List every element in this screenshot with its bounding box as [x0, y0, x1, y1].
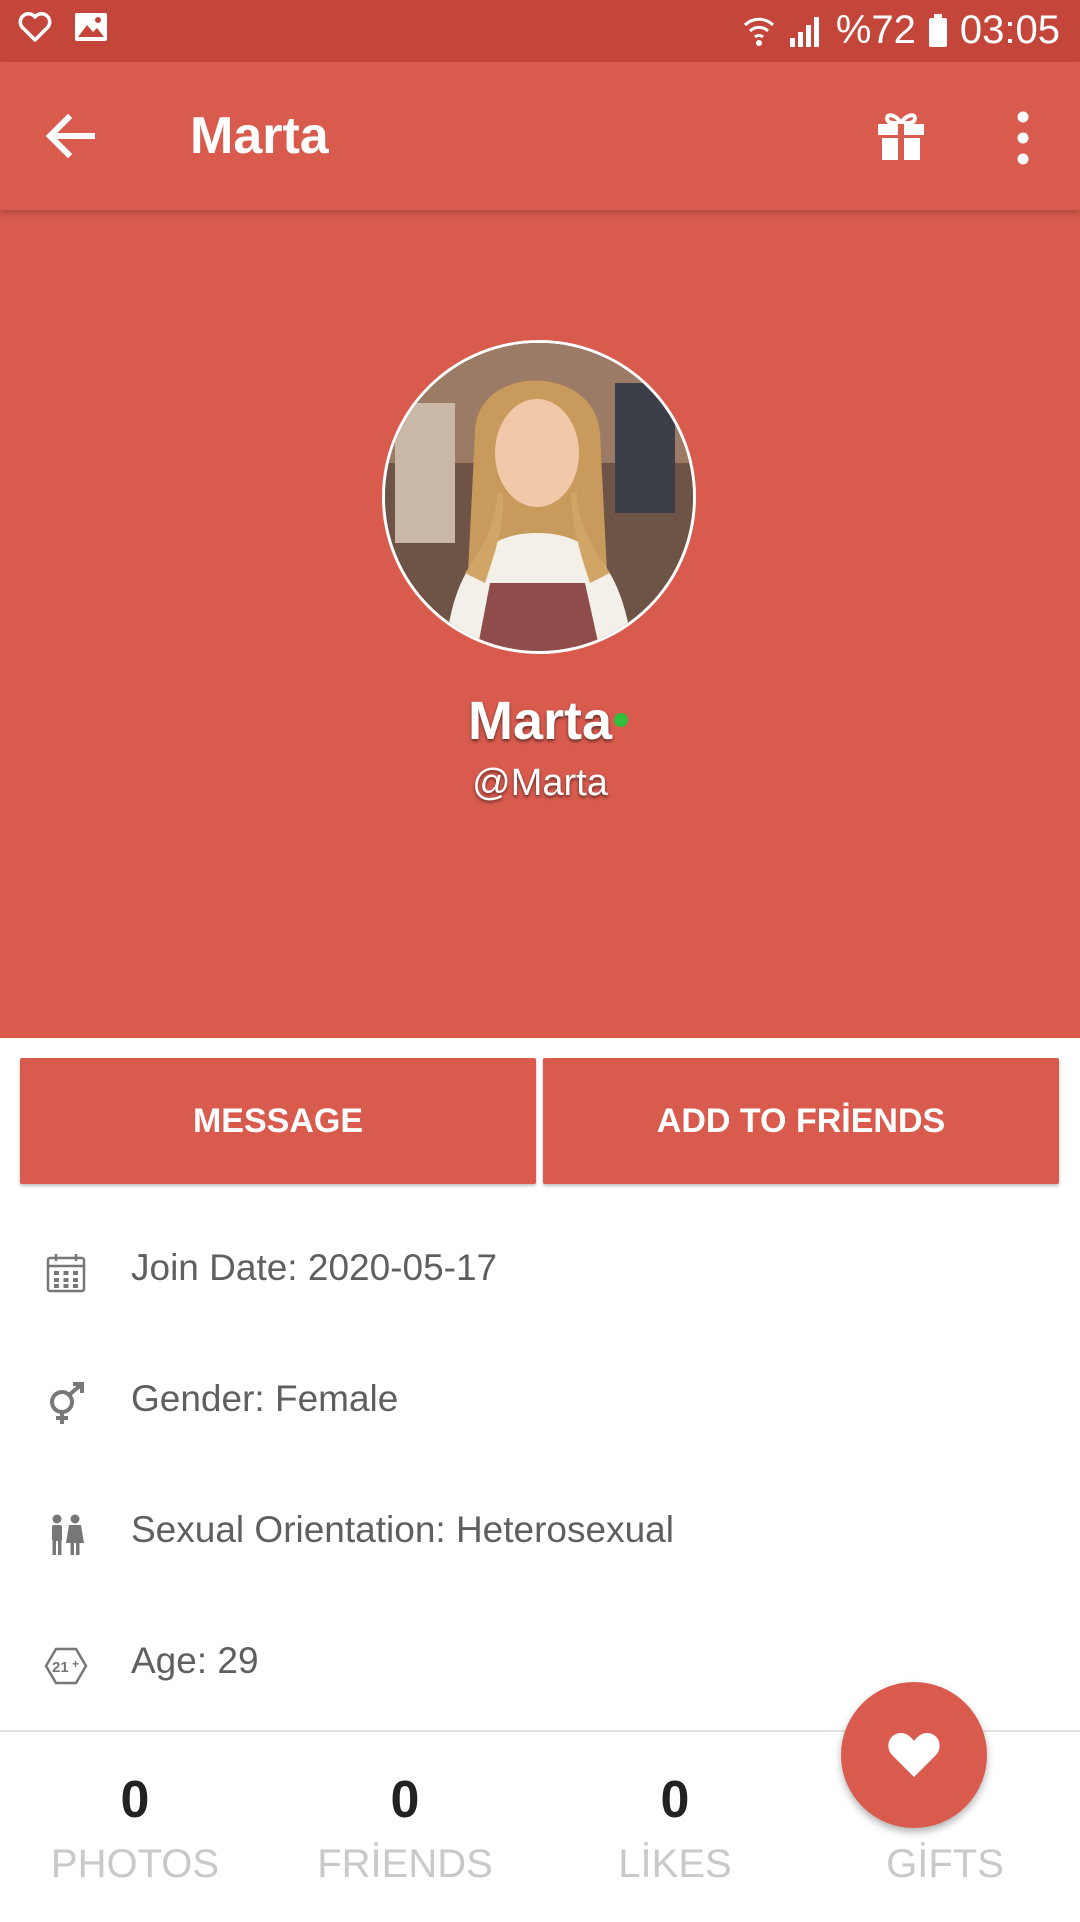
age-text: Age: 29: [131, 1640, 259, 1681]
likes-count: 0: [660, 1771, 690, 1829]
gift-button[interactable]: [876, 110, 926, 162]
signal-icon: [789, 16, 819, 47]
page-title: Marta: [190, 107, 329, 165]
likes-label: LİKES: [618, 1842, 732, 1886]
more-vertical-icon: [1017, 111, 1029, 165]
image-icon: [75, 13, 107, 41]
heart-outline-icon: [18, 12, 52, 42]
friends-label: FRİENDS: [317, 1842, 493, 1886]
more-options-button[interactable]: [1008, 110, 1038, 166]
back-arrow-icon: [45, 113, 95, 159]
app-bar: Marta: [0, 62, 1080, 210]
svg-text:+: +: [72, 1657, 79, 1671]
status-bar: %72 03:05: [0, 0, 1080, 62]
stat-likes[interactable]: 0 LİKES: [540, 1732, 810, 1887]
info-row-gender: Gender: Female: [0, 1354, 1080, 1454]
photos-count: 0: [120, 1771, 150, 1829]
battery-percent: %72: [835, 8, 916, 52]
orientation-text: Sexual Orientation: Heterosexual: [131, 1509, 674, 1550]
back-button[interactable]: [42, 108, 102, 164]
couple-icon: [52, 1514, 84, 1555]
heart-icon: [888, 1733, 940, 1777]
gender-text: Gender: Female: [131, 1378, 399, 1419]
online-status-dot: [614, 713, 628, 727]
clock: 03:05: [959, 8, 1060, 52]
calendar-icon: [46, 1254, 86, 1293]
add-friend-button[interactable]: ADD TO FRİENDS: [543, 1058, 1059, 1184]
svg-text:21: 21: [52, 1659, 69, 1676]
age-21-icon: 21 +: [44, 1647, 88, 1685]
stat-friends[interactable]: 0 FRİENDS: [270, 1732, 540, 1887]
info-row-orientation: Sexual Orientation: Heterosexual: [0, 1485, 1080, 1585]
gift-icon: [878, 113, 924, 160]
like-fab-button[interactable]: [841, 1682, 987, 1828]
gender-icon: [50, 1382, 84, 1424]
battery-icon: [928, 13, 947, 47]
wifi-icon: [743, 17, 774, 46]
join-date-text: Join Date: 2020-05-17: [131, 1247, 498, 1288]
photos-label: PHOTOS: [50, 1842, 220, 1886]
friends-count: 0: [390, 1771, 420, 1829]
message-button[interactable]: MESSAGE: [20, 1058, 536, 1184]
profile-photo: [385, 343, 693, 651]
profile-name: Marta: [467, 691, 613, 751]
avatar[interactable]: [382, 340, 696, 654]
profile-header: Marta @Marta: [0, 210, 1080, 1038]
gifts-label: GİFTS: [886, 1842, 1004, 1886]
profile-username: @Marta: [472, 762, 608, 804]
info-row-join-date: Join Date: 2020-05-17: [0, 1223, 1080, 1323]
stat-photos[interactable]: 0 PHOTOS: [0, 1732, 270, 1887]
